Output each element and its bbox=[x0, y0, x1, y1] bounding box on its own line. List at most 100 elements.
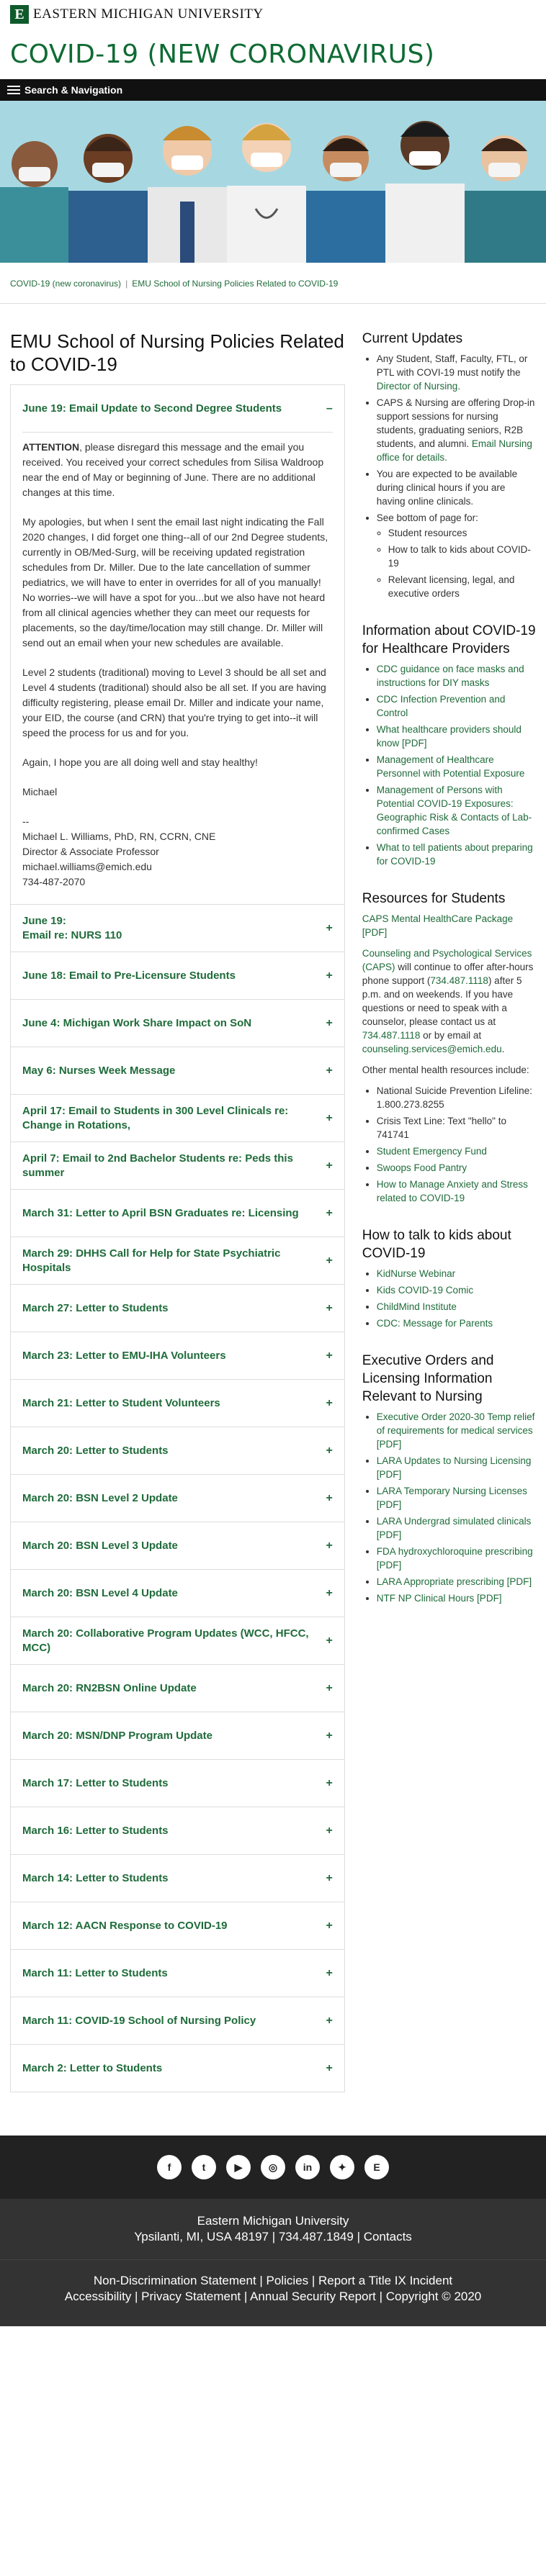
caps-package-link[interactable]: CAPS Mental HealthCare Package [PDF] bbox=[362, 913, 513, 938]
expand-icon[interactable]: + bbox=[326, 1777, 332, 1790]
caps-phone-link[interactable]: 734.487.1118 bbox=[430, 975, 488, 986]
site-title[interactable]: COVID-19 (NEW CORONAVIRUS) bbox=[0, 29, 546, 79]
expand-icon[interactable]: + bbox=[326, 1967, 332, 1980]
accordion-header[interactable]: March 20: BSN Level 2 Update + bbox=[22, 1475, 333, 1522]
accordion-title[interactable]: March 27: Letter to Students bbox=[22, 1301, 169, 1316]
accordion-title[interactable]: March 20: MSN/DNP Program Update bbox=[22, 1729, 212, 1743]
accordion-header[interactable]: March 21: Letter to Student Volunteers + bbox=[22, 1380, 333, 1427]
expand-icon[interactable]: + bbox=[326, 1445, 332, 1458]
accordion-header[interactable]: June 19: Email re: NURS 110 + bbox=[22, 905, 333, 952]
expand-icon[interactable]: + bbox=[326, 1065, 332, 1077]
expand-icon[interactable]: + bbox=[326, 2015, 332, 2028]
expand-icon[interactable]: + bbox=[326, 1255, 332, 1267]
signature-email[interactable]: michael.williams@emich.edu bbox=[22, 859, 333, 875]
facebook-icon[interactable]: f bbox=[157, 2155, 182, 2179]
swoop-icon[interactable]: ✦ bbox=[330, 2155, 354, 2179]
kids-link[interactable]: ChildMind Institute bbox=[377, 1301, 457, 1312]
twitter-icon[interactable]: t bbox=[192, 2155, 216, 2179]
search-navigation-label[interactable]: Search & Navigation bbox=[24, 84, 122, 96]
accordion-title[interactable]: June 19: Email re: NURS 110 bbox=[22, 914, 122, 943]
linkedin-icon[interactable]: in bbox=[295, 2155, 320, 2179]
search-navigation-bar[interactable]: Search & Navigation bbox=[0, 79, 546, 101]
expand-icon[interactable]: + bbox=[326, 1682, 332, 1695]
accordion-title[interactable]: March 12: AACN Response to COVID-19 bbox=[22, 1919, 228, 1933]
accordion-title[interactable]: June 18: Email to Pre-Licensure Students bbox=[22, 969, 236, 983]
accordion-title[interactable]: March 20: RN2BSN Online Update bbox=[22, 1681, 197, 1696]
expand-icon[interactable]: + bbox=[326, 1207, 332, 1220]
accordion-title[interactable]: March 20: Collaborative Program Updates … bbox=[22, 1627, 325, 1655]
accordion-title[interactable]: May 6: Nurses Week Message bbox=[22, 1064, 175, 1078]
youtube-icon[interactable]: ▶ bbox=[226, 2155, 251, 2179]
accordion-header[interactable]: June 4: Michigan Work Share Impact on So… bbox=[22, 1000, 333, 1047]
expand-icon[interactable]: + bbox=[326, 922, 332, 935]
accordion-header[interactable]: March 20: MSN/DNP Program Update + bbox=[22, 1712, 333, 1759]
kids-link[interactable]: KidNurse Webinar bbox=[377, 1268, 455, 1279]
accordion-header[interactable]: March 20: Collaborative Program Updates … bbox=[22, 1617, 333, 1664]
director-of-nursing-link[interactable]: Director of Nursing. bbox=[377, 381, 460, 392]
accordion-title[interactable]: March 20: BSN Level 3 Update bbox=[22, 1539, 178, 1553]
menu-icon[interactable] bbox=[7, 86, 20, 94]
executive-link[interactable]: NTF NP Clinical Hours [PDF] bbox=[377, 1593, 502, 1604]
executive-link[interactable]: LARA Updates to Nursing Licensing [PDF] bbox=[377, 1455, 532, 1480]
accordion-title[interactable]: March 20: Letter to Students bbox=[22, 1444, 169, 1458]
accordion-title[interactable]: June 19: Email Update to Second Degree S… bbox=[22, 402, 282, 416]
accordion-title[interactable]: March 29: DHHS Call for Help for State P… bbox=[22, 1247, 325, 1275]
accordion-header[interactable]: March 11: Letter to Students + bbox=[22, 1950, 333, 1997]
accordion-title[interactable]: June 4: Michigan Work Share Impact on So… bbox=[22, 1016, 251, 1031]
accordion-header[interactable]: March 16: Letter to Students + bbox=[22, 1807, 333, 1854]
caps-email-link[interactable]: counseling.services@emich.edu bbox=[362, 1044, 502, 1054]
accordion-title[interactable]: April 7: Email to 2nd Bachelor Students … bbox=[22, 1152, 325, 1180]
expand-icon[interactable]: + bbox=[326, 1017, 332, 1030]
expand-icon[interactable]: + bbox=[326, 1825, 332, 1838]
other-resource-link[interactable]: How to Manage Anxiety and Stress related… bbox=[377, 1179, 528, 1203]
healthcare-link[interactable]: CDC guidance on face masks and instructi… bbox=[377, 664, 524, 688]
executive-link[interactable]: LARA Undergrad simulated clinicals [PDF] bbox=[377, 1516, 532, 1540]
expand-icon[interactable]: + bbox=[326, 2062, 332, 2075]
expand-icon[interactable]: + bbox=[326, 1492, 332, 1505]
accordion-header[interactable]: March 31: Letter to April BSN Graduates … bbox=[22, 1190, 333, 1237]
expand-icon[interactable]: + bbox=[326, 1920, 332, 1933]
accordion-title[interactable]: March 11: COVID-19 School of Nursing Pol… bbox=[22, 2014, 256, 2028]
expand-icon[interactable]: + bbox=[326, 970, 332, 982]
accordion-title[interactable]: March 20: BSN Level 2 Update bbox=[22, 1491, 178, 1506]
accordion-header[interactable]: April 17: Email to Students in 300 Level… bbox=[22, 1095, 333, 1142]
kids-link[interactable]: CDC: Message for Parents bbox=[377, 1318, 493, 1329]
accordion-title[interactable]: March 11: Letter to Students bbox=[22, 1966, 168, 1981]
footer-links-line[interactable]: Accessibility | Privacy Statement | Annu… bbox=[43, 2289, 503, 2305]
accordion-title[interactable]: March 31: Letter to April BSN Graduates … bbox=[22, 1206, 299, 1221]
executive-link[interactable]: Executive Order 2020-30 Temp relief of r… bbox=[377, 1411, 535, 1450]
accordion-header[interactable]: March 23: Letter to EMU-IHA Volunteers + bbox=[22, 1332, 333, 1379]
accordion-header[interactable]: April 7: Email to 2nd Bachelor Students … bbox=[22, 1142, 333, 1189]
accordion-title[interactable]: March 17: Letter to Students bbox=[22, 1776, 169, 1791]
accordion-header[interactable]: March 11: COVID-19 School of Nursing Pol… bbox=[22, 1997, 333, 2044]
executive-link[interactable]: FDA hydroxychloroquine prescribing [PDF] bbox=[377, 1546, 533, 1571]
expand-icon[interactable]: + bbox=[326, 1872, 332, 1885]
accordion-title[interactable]: March 21: Letter to Student Volunteers bbox=[22, 1396, 220, 1411]
accordion-title[interactable]: April 17: Email to Students in 300 Level… bbox=[22, 1104, 325, 1133]
expand-icon[interactable]: + bbox=[326, 1540, 332, 1553]
accordion-title[interactable]: March 14: Letter to Students bbox=[22, 1871, 169, 1886]
footer-links-line[interactable]: Non-Discrimination Statement | Policies … bbox=[43, 2273, 503, 2289]
accordion-title[interactable]: March 20: BSN Level 4 Update bbox=[22, 1586, 178, 1601]
accordion-header[interactable]: March 29: DHHS Call for Help for State P… bbox=[22, 1237, 333, 1284]
footer-address-line[interactable]: Ypsilanti, MI, USA 48197 | 734.487.1849 … bbox=[0, 2229, 546, 2245]
accordion-header[interactable]: March 20: RN2BSN Online Update + bbox=[22, 1665, 333, 1712]
healthcare-link[interactable]: Management of Persons with Potential COV… bbox=[377, 785, 532, 836]
executive-link[interactable]: LARA Appropriate prescribing [PDF] bbox=[377, 1576, 532, 1587]
breadcrumb-current-link[interactable]: EMU School of Nursing Policies Related t… bbox=[132, 279, 338, 289]
expand-icon[interactable]: + bbox=[326, 1112, 332, 1125]
accordion-header[interactable]: March 20: Letter to Students + bbox=[22, 1427, 333, 1474]
accordion-header[interactable]: March 12: AACN Response to COVID-19 + bbox=[22, 1902, 333, 1949]
emu-icon[interactable]: E bbox=[364, 2155, 389, 2179]
accordion-header[interactable]: June 18: Email to Pre-Licensure Students… bbox=[22, 952, 333, 999]
healthcare-link[interactable]: What healthcare providers should know [P… bbox=[377, 724, 522, 749]
accordion-header[interactable]: March 14: Letter to Students + bbox=[22, 1855, 333, 1902]
other-resource-link[interactable]: Swoops Food Pantry bbox=[377, 1162, 467, 1173]
expand-icon[interactable]: + bbox=[326, 1635, 332, 1648]
accordion-title[interactable]: March 2: Letter to Students bbox=[22, 2061, 162, 2076]
instagram-icon[interactable]: ◎ bbox=[261, 2155, 285, 2179]
accordion-header[interactable]: March 27: Letter to Students + bbox=[22, 1285, 333, 1332]
expand-icon[interactable]: + bbox=[326, 1160, 332, 1172]
university-name[interactable]: Eastern Michigan University bbox=[33, 6, 264, 22]
accordion-title[interactable]: March 23: Letter to EMU-IHA Volunteers bbox=[22, 1349, 226, 1363]
